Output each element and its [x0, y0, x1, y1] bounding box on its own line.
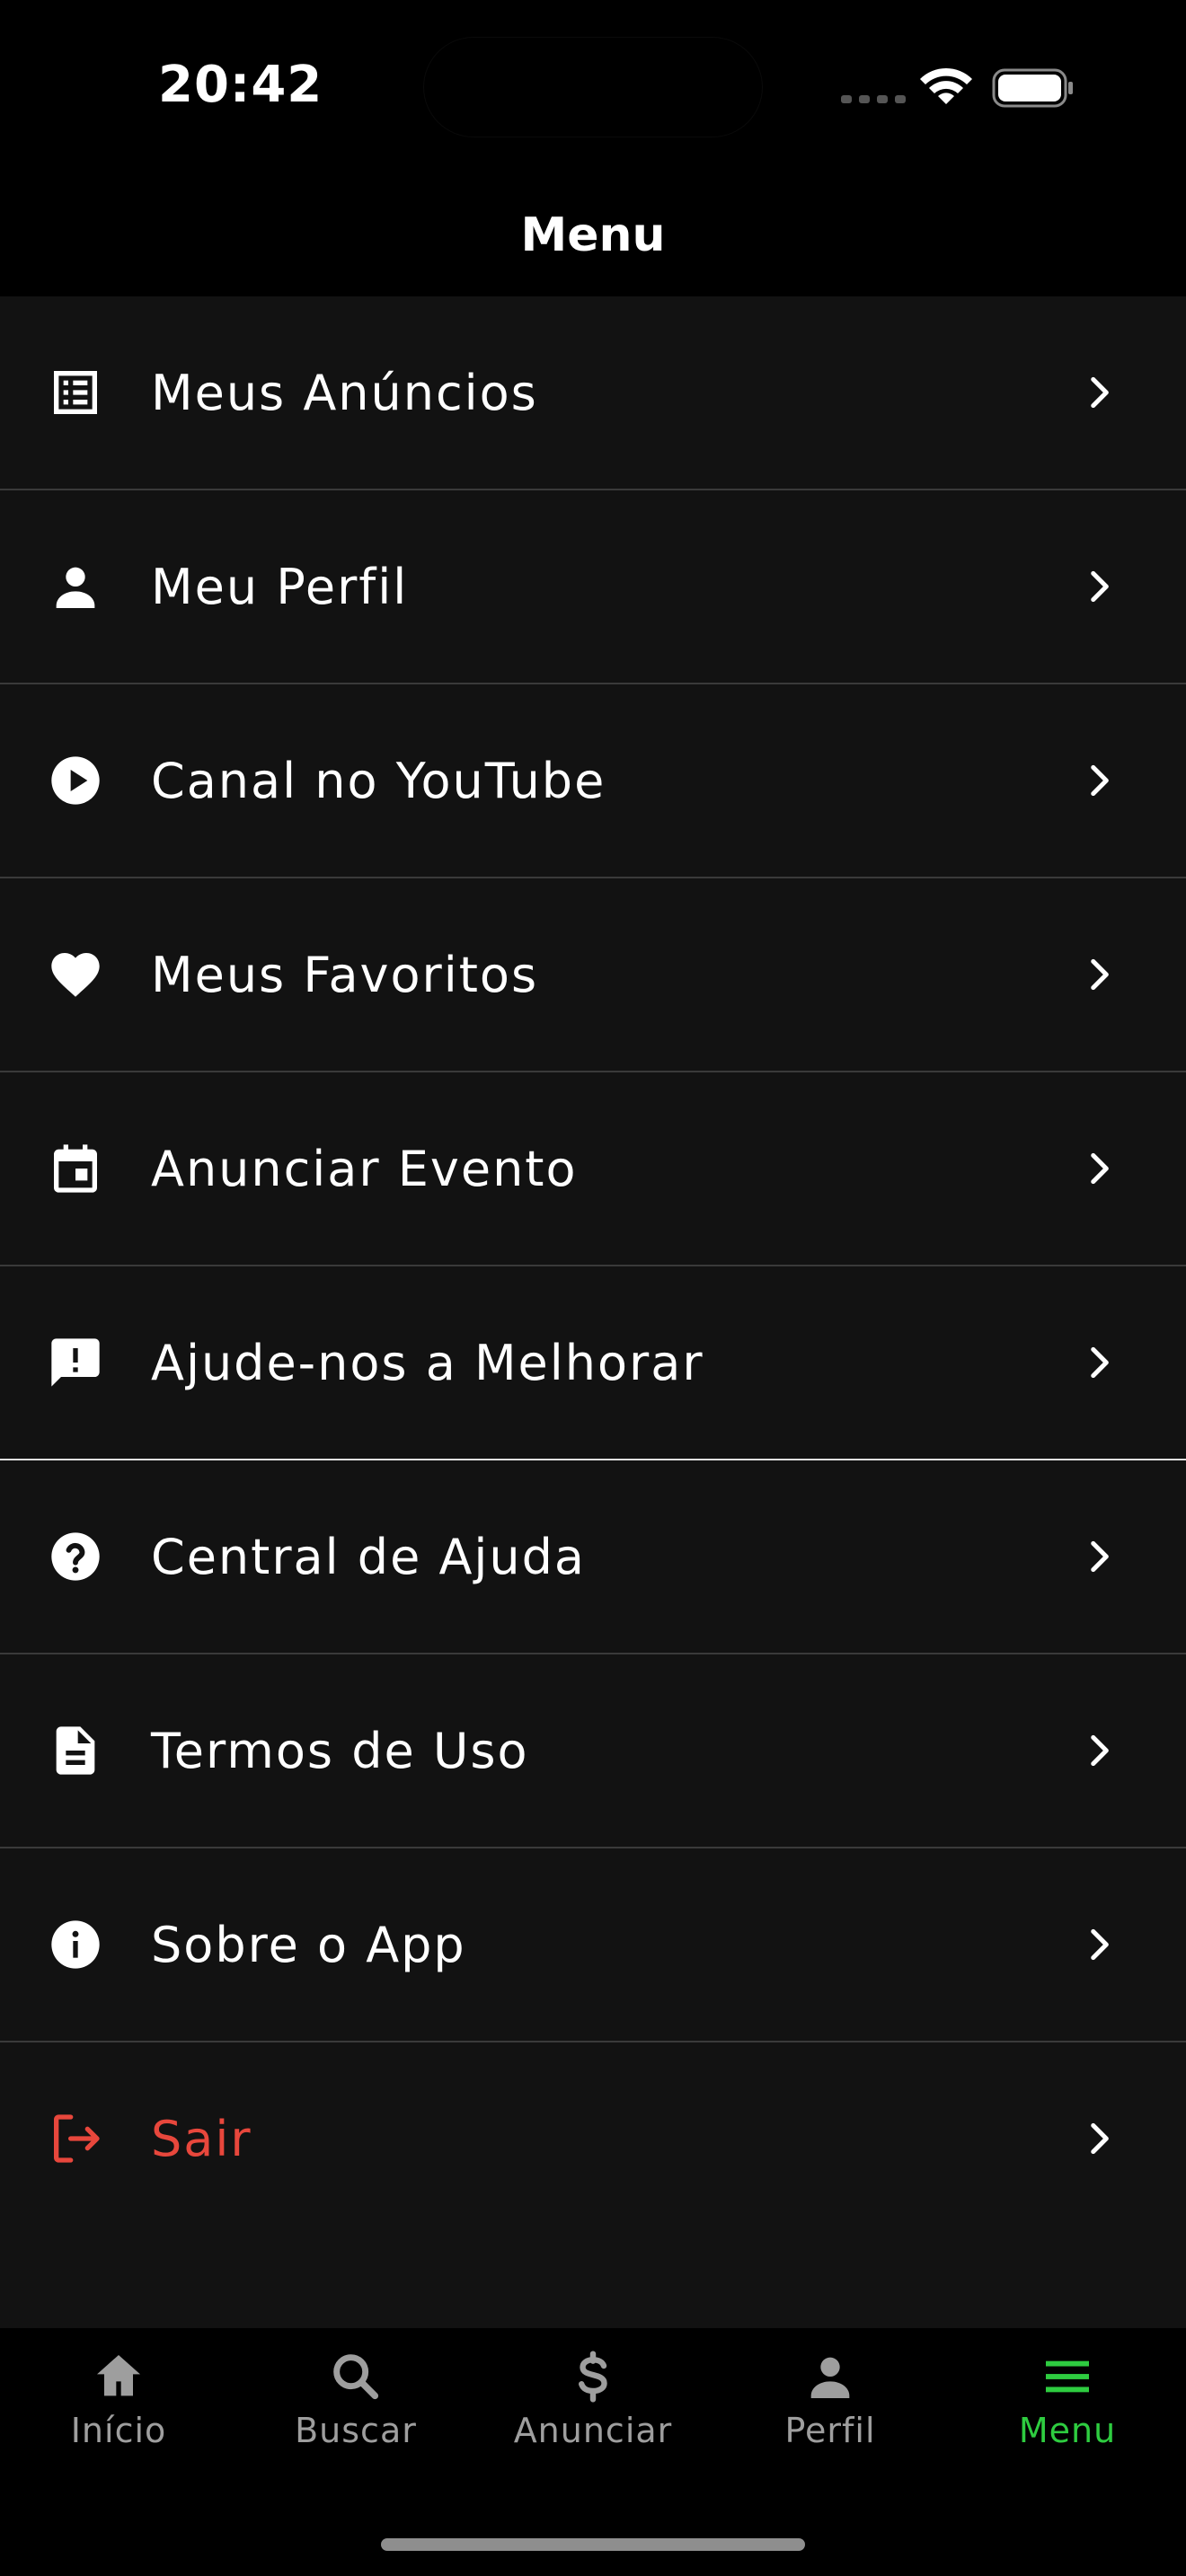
person-icon: [47, 558, 104, 615]
menu-icon: [1046, 2360, 1089, 2393]
menu-item-sair[interactable]: Sair: [0, 2042, 1186, 2235]
dynamic-island: [424, 38, 762, 137]
play-circle-icon: [47, 752, 104, 809]
menu-item-label: Ajude-nos a Melhorar: [151, 1334, 704, 1391]
help-circle-icon: [47, 1528, 104, 1585]
status-time: 20:42: [158, 56, 323, 114]
menu-item-meus-favoritos[interactable]: Meus Favoritos: [0, 878, 1186, 1072]
tab-label: Início: [70, 2411, 167, 2450]
heart-icon: [47, 946, 104, 1003]
info-icon: [47, 1916, 104, 1973]
chevron-right-icon: [1091, 1152, 1109, 1185]
menu-item-label: Sair: [151, 2110, 252, 2167]
feedback-icon: [47, 1334, 104, 1391]
menu-item-label: Anunciar Evento: [151, 1140, 578, 1197]
menu-list: Meus Anúncios Meu Perfil Canal no YouTub…: [0, 296, 1186, 2235]
chevron-right-icon: [1091, 1346, 1109, 1379]
menu-item-label: Meu Perfil: [151, 558, 409, 615]
menu-item-label: Meus Anúncios: [151, 364, 538, 421]
menu-item-label: Termos de Uso: [151, 1722, 529, 1779]
tab-label: Menu: [1018, 2411, 1117, 2450]
page-title: Menu: [520, 208, 666, 262]
cellular-signal-icon: [841, 95, 906, 103]
menu-item-canal-youtube[interactable]: Canal no YouTube: [0, 684, 1186, 878]
menu-item-meu-perfil[interactable]: Meu Perfil: [0, 490, 1186, 684]
tab-label: Anunciar: [513, 2411, 673, 2450]
chevron-right-icon: [1091, 376, 1109, 409]
menu-item-ajude-melhorar[interactable]: Ajude-nos a Melhorar: [0, 1266, 1186, 1460]
chevron-right-icon: [1091, 2122, 1109, 2155]
menu-item-anunciar-evento[interactable]: Anunciar Evento: [0, 1072, 1186, 1266]
menu-item-meus-anuncios[interactable]: Meus Anúncios: [0, 296, 1186, 490]
calendar-icon: [47, 1140, 104, 1197]
document-icon: [47, 1722, 104, 1779]
tab-anunciar[interactable]: Anunciar: [474, 2348, 712, 2465]
chevron-right-icon: [1091, 1928, 1109, 1961]
home-indicator[interactable]: [381, 2538, 805, 2551]
tab-menu[interactable]: Menu: [949, 2348, 1186, 2465]
tab-inicio[interactable]: Início: [0, 2348, 237, 2465]
menu-item-termos-uso[interactable]: Termos de Uso: [0, 1654, 1186, 1848]
search-icon: [333, 2354, 379, 2400]
home-icon: [97, 2355, 140, 2396]
chevron-right-icon: [1091, 958, 1109, 991]
menu-item-label: Central de Ajuda: [151, 1528, 586, 1585]
chevron-right-icon: [1091, 1734, 1109, 1767]
list-icon: [47, 364, 104, 421]
tab-label: Buscar: [295, 2411, 417, 2450]
tab-label: Perfil: [784, 2411, 876, 2450]
wifi-icon: [920, 67, 972, 104]
tab-buscar[interactable]: Buscar: [237, 2348, 474, 2465]
menu-item-label: Meus Favoritos: [151, 946, 539, 1003]
battery-icon: [992, 68, 1073, 108]
tab-perfil[interactable]: Perfil: [712, 2348, 949, 2465]
logout-icon: [47, 2110, 104, 2167]
person-icon: [810, 2357, 850, 2398]
menu-item-label: Canal no YouTube: [151, 752, 606, 809]
chevron-right-icon: [1091, 570, 1109, 603]
menu-item-label: Sobre o App: [151, 1916, 466, 1973]
chevron-right-icon: [1091, 1540, 1109, 1573]
menu-item-sobre-app[interactable]: Sobre o App: [0, 1848, 1186, 2042]
menu-item-central-ajuda[interactable]: Central de Ajuda: [0, 1460, 1186, 1654]
chevron-right-icon: [1091, 764, 1109, 797]
dollar-icon: [579, 2351, 607, 2403]
